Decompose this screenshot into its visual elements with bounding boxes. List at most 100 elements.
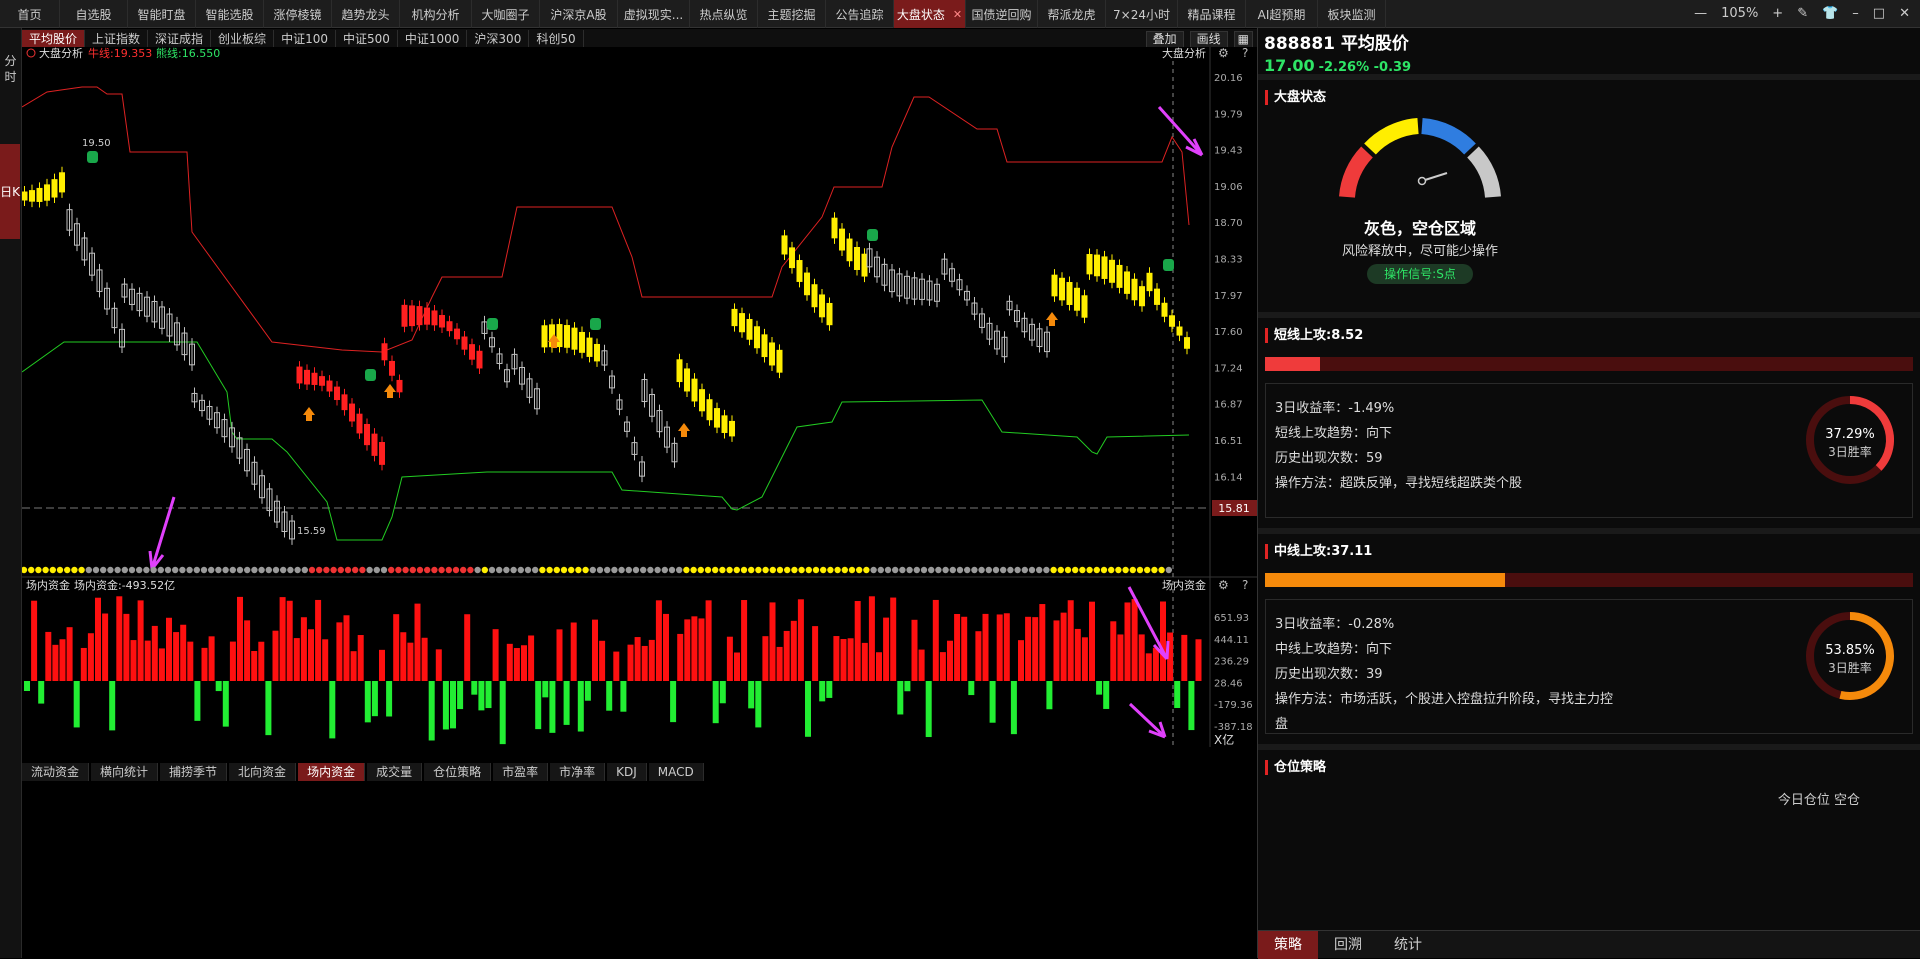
capital-bar <box>1160 601 1166 681</box>
index-tab-6[interactable]: 中证1000 <box>398 30 468 48</box>
index-tab-1[interactable]: 上证指数 <box>85 30 149 48</box>
indicator-tab-6[interactable]: 仓位策略 <box>424 763 492 781</box>
top-nav: 首页 自选股 智能盯盘 智能选股 涨停棱镜 趋势龙头 机构分析 大咖圈子 沪深京A股 虚拟现实..… <box>0 0 1386 28</box>
tab-close-icon[interactable]: ✕ <box>953 8 962 21</box>
candle-body <box>594 343 600 362</box>
daily-k-tab[interactable]: 日K <box>0 144 20 239</box>
top-tab-label: 趋势龙头 <box>341 7 390 22</box>
panel-tab-0[interactable]: 策略 <box>1258 930 1318 959</box>
top-tab-10[interactable]: 热点纵览 <box>690 0 758 28</box>
status-dot <box>928 566 935 574</box>
capital-bar <box>521 645 527 681</box>
kline-chart[interactable]: 大盘分析 牛线:19.353 熊线:16.550 大盘分析 ⚙ ?20.1619.7919… <box>22 47 1257 747</box>
indicator-tab-0[interactable]: 流动资金 <box>22 763 90 781</box>
capital-bar <box>286 600 293 681</box>
stock-header: 888881 平均股价 17.00 -2.26% -0.39 <box>1258 28 1920 75</box>
close-icon[interactable]: ✕ <box>1899 6 1910 21</box>
edit-icon[interactable]: ✎ <box>1797 6 1808 21</box>
status-dot <box>510 566 517 574</box>
capital-bar <box>783 630 790 681</box>
window-minimize-icon[interactable]: – <box>1852 6 1859 21</box>
top-tab-7[interactable]: 大咖圈子 <box>472 0 540 28</box>
top-tab-label: 智能盯盘 <box>137 7 186 22</box>
index-tab-4[interactable]: 中证100 <box>274 30 336 48</box>
plus-icon[interactable]: + <box>1772 6 1783 21</box>
index-tab-0[interactable]: 平均股价 <box>22 30 86 48</box>
overlay-button[interactable]: 叠加 <box>1145 30 1184 48</box>
top-tab-16[interactable]: 7×24小时 <box>1106 0 1178 28</box>
window-maximize-icon[interactable]: □ <box>1873 6 1885 21</box>
capital-bar <box>1096 681 1103 695</box>
top-tab-5[interactable]: 趋势龙头 <box>332 0 400 28</box>
price-tick: 17.60 <box>1214 327 1243 338</box>
top-tab-8[interactable]: 沪深京A股 <box>540 0 618 28</box>
position-title: 仓位策略 <box>1265 760 1913 775</box>
shirt-icon[interactable]: 👕 <box>1822 6 1838 21</box>
top-tab-19[interactable]: 板块监测 <box>1318 0 1386 28</box>
price-tick: 16.51 <box>1214 436 1243 447</box>
panel-tab-2[interactable]: 统计 <box>1378 931 1438 959</box>
top-tab-0[interactable]: 首页 <box>0 0 60 28</box>
indicator-tab-8[interactable]: 市净率 <box>550 763 606 781</box>
capital-bar <box>535 681 542 730</box>
capital-bar <box>201 647 208 681</box>
top-tab-4[interactable]: 涨停棱镜 <box>264 0 332 28</box>
top-tab-15[interactable]: 帮派龙虎 <box>1038 0 1106 28</box>
top-tab-17[interactable]: 精品课程 <box>1178 0 1246 28</box>
top-tab-label: 大咖圈子 <box>481 7 530 22</box>
top-tab-13[interactable]: 大盘状态 ✕ <box>894 0 966 28</box>
top-tab-6[interactable]: 机构分析 <box>400 0 472 28</box>
top-tab-9[interactable]: 虚拟现实... <box>618 0 690 28</box>
candle-body <box>1161 302 1168 317</box>
top-tab-18[interactable]: AI超预期 <box>1246 0 1318 28</box>
capital-bar <box>577 681 584 732</box>
indicator-tab-2[interactable]: 捕捞季节 <box>160 763 228 781</box>
status-dot <box>229 566 236 574</box>
indicator-tab-3[interactable]: 北向资金 <box>229 763 297 781</box>
status-dot <box>395 566 402 574</box>
index-tab-2[interactable]: 深证成指 <box>148 30 212 48</box>
indicator-tab-9[interactable]: KDJ <box>607 763 647 781</box>
status-dot <box>870 566 877 574</box>
status-dot <box>834 566 841 574</box>
top-tab-1[interactable]: 自选股 <box>60 0 128 28</box>
status-dot <box>848 566 856 574</box>
candle-body <box>1116 264 1123 288</box>
candle-body <box>739 313 745 333</box>
indicator-right-label: 大盘分析 <box>1162 47 1206 60</box>
capital-bar <box>1181 634 1188 681</box>
candle-body <box>839 228 845 251</box>
panel-tab-1[interactable]: 回溯 <box>1318 931 1378 959</box>
top-tab-11[interactable]: 主题挖掘 <box>758 0 826 28</box>
indicator-tab-7[interactable]: 市盈率 <box>493 763 549 781</box>
top-tab-14[interactable]: 国债逆回购 <box>966 0 1038 28</box>
status-dot <box>1129 566 1137 574</box>
index-tab-3[interactable]: 创业板综 <box>211 30 275 48</box>
draw-button[interactable]: 画线 <box>1189 30 1228 48</box>
top-tab-2[interactable]: 智能盯盘 <box>128 0 196 28</box>
minus-icon[interactable]: — <box>1694 6 1707 21</box>
mid-stats: 3日收益率：-0.28% 中线上攻趋势：向下 历史出现次数：39 操作方法：市场… <box>1265 599 1913 734</box>
capital-bar <box>180 624 187 681</box>
capital-bar <box>570 622 577 681</box>
candle-body <box>831 217 838 239</box>
capital-bar <box>1138 634 1145 681</box>
top-tab-12[interactable]: 公告追踪 <box>826 0 894 28</box>
capital-bar <box>215 681 222 692</box>
capital-bar <box>698 618 705 681</box>
index-tab-5[interactable]: 中证500 <box>336 30 398 48</box>
status-dot <box>503 566 510 574</box>
indicator-tab-10[interactable]: MACD <box>648 763 704 781</box>
capital-bar <box>975 631 982 681</box>
capital-bar <box>102 613 109 681</box>
top-tab-3[interactable]: 智能选股 <box>196 0 264 28</box>
capital-bar <box>158 648 165 681</box>
indicator-tab-4[interactable]: 场内资金 <box>298 763 366 781</box>
capital-bar <box>279 597 286 681</box>
index-tab-7[interactable]: 沪深300 <box>467 30 530 48</box>
indicator-tab-1[interactable]: 横向统计 <box>91 763 159 781</box>
indicator-tab-5[interactable]: 成交量 <box>367 763 423 781</box>
index-tab-8[interactable]: 科创50 <box>529 30 584 48</box>
intraday-tab[interactable]: 分时 <box>0 53 21 85</box>
layout-icon[interactable]: ▦ <box>1233 30 1253 48</box>
